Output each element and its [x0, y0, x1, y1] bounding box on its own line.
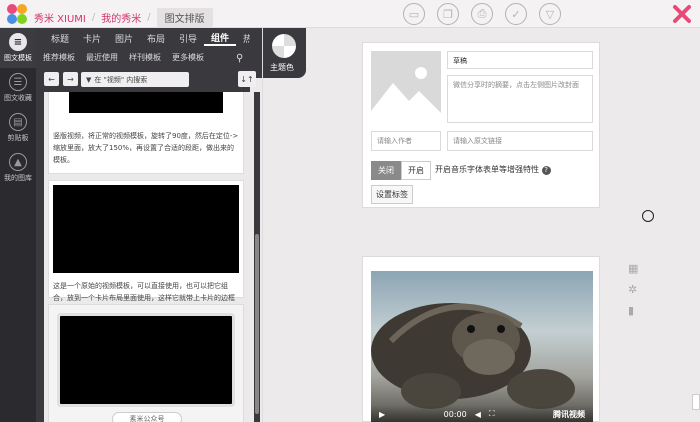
- tab-image[interactable]: 图片: [108, 32, 140, 45]
- video-time: 00:00: [443, 409, 467, 419]
- enhance-label: 开启音乐字体表单等增强特性 ?: [435, 164, 551, 175]
- filter-label: 在 "视频" 内搜索: [94, 75, 148, 84]
- stack-icon: ☰: [9, 73, 27, 91]
- tab-title[interactable]: 标题: [44, 32, 76, 45]
- tab-card[interactable]: 卡片: [76, 32, 108, 45]
- rail-label: 图文收藏: [4, 94, 32, 102]
- copy-icon[interactable]: ❐: [437, 3, 459, 25]
- template-card[interactable]: [48, 304, 244, 422]
- volume-icon[interactable]: ◀: [475, 410, 481, 419]
- top-toolbar: ▭ ❐ ⎙ ✓ ▽: [403, 3, 561, 25]
- template-list: 竖版视频，将正常的视频模板，旋转了90度，然后在定位->缩放里面，放大了150%…: [44, 92, 250, 422]
- subtab-more[interactable]: 更多模板: [172, 52, 204, 63]
- breadcrumb-separator: /: [91, 12, 96, 23]
- title-input[interactable]: 草稿: [447, 51, 593, 69]
- template-card[interactable]: 这是一个原始的视频模板，可以直接使用，也可以把它组合，放到一个卡片布局里面使用，…: [48, 180, 244, 314]
- panel-scrollbar[interactable]: [254, 92, 260, 422]
- article-meta-card: 草稿 微信分享时的摘要，点击左侧图片改封面 请输入作者 请输入原文链接 关闭 开…: [362, 42, 600, 208]
- subtab-recent[interactable]: 最近使用: [86, 52, 118, 63]
- toggle-off-button[interactable]: 关闭: [371, 161, 401, 180]
- play-icon[interactable]: ▶: [379, 410, 385, 419]
- sort-icon[interactable]: ↓↑: [238, 71, 256, 87]
- enhance-toggle: 关闭 开启: [371, 161, 431, 180]
- video-thumbnail: [69, 92, 223, 113]
- rail-item-gallery[interactable]: ▲ 我的图库: [0, 148, 36, 188]
- top-bar: 秀米 XIUMI / 我的秀米 / 图文排版 ▭ ❐ ⎙ ✓ ▽: [0, 0, 700, 28]
- image-icon: ▲: [9, 153, 27, 171]
- toggle-on-button[interactable]: 开启: [401, 161, 431, 180]
- image-placeholder-icon: [371, 67, 441, 123]
- source-link-input[interactable]: 请输入原文链接: [447, 131, 593, 151]
- panel-toolbar: ← → ▼ 在 "视频" 内搜索 ↓↑: [36, 70, 262, 88]
- xiumi-corner-logo-icon[interactable]: [672, 4, 692, 24]
- tortoise-image: [371, 303, 575, 409]
- enhance-label-text: 开启音乐字体表单等增强特性: [435, 165, 539, 174]
- send-icon[interactable]: ▽: [539, 3, 561, 25]
- folder-icon[interactable]: ▭: [403, 3, 425, 25]
- video-thumbnail: [57, 313, 235, 407]
- rail-item-templates[interactable]: ≡ 图文模板: [0, 28, 36, 68]
- breadcrumb: 秀米 XIUMI / 我的秀米 / 图文排版: [34, 8, 213, 27]
- theme-color-swatch[interactable]: [272, 34, 296, 58]
- menu-icon: ≡: [9, 33, 27, 51]
- video-controls: ▶ 00:00 ◀ ⛶ 腾讯视频: [371, 405, 593, 422]
- rail-item-favorites[interactable]: ☰ 图文收藏: [0, 68, 36, 108]
- rail-label: 图文模板: [4, 54, 32, 62]
- right-edge-handle[interactable]: [692, 394, 700, 410]
- page-title: 图文排版: [156, 8, 213, 27]
- grid-icon[interactable]: ▦: [628, 262, 638, 275]
- clipboard-icon: ▤: [9, 113, 27, 131]
- help-icon[interactable]: ?: [541, 166, 551, 175]
- side-tools: ▦ ✲ ▮: [628, 262, 638, 317]
- video-player[interactable]: ▶ 00:00 ◀ ⛶ 腾讯视频: [371, 271, 593, 422]
- template-card[interactable]: 竖版视频，将正常的视频模板，旋转了90度，然后在定位->缩放里面，放大了150%…: [48, 92, 244, 174]
- floating-account-button[interactable]: 素米公众号: [112, 412, 182, 422]
- author-input[interactable]: 请输入作者: [371, 131, 441, 151]
- tab-guide[interactable]: 引导: [172, 32, 204, 45]
- video-thumbnail: [53, 185, 239, 273]
- subcategory-tabs: 推荐模板 最近使用 样刊模板 更多模板: [36, 48, 204, 66]
- set-tags-button[interactable]: 设置标签: [371, 185, 413, 204]
- fullscreen-icon[interactable]: ⛶: [489, 409, 495, 419]
- rail-item-clipboard[interactable]: ▤ 剪贴板: [0, 108, 36, 148]
- theme-color-label: 主题色: [270, 63, 294, 72]
- xiumi-logo-icon[interactable]: [6, 3, 28, 25]
- tencent-video-logo[interactable]: 腾讯视频: [553, 409, 585, 420]
- search-icon[interactable]: ⚲: [236, 53, 243, 64]
- check-icon[interactable]: ✓: [505, 3, 527, 25]
- summary-input[interactable]: 微信分享时的摘要，点击左侧图片改封面: [447, 75, 593, 123]
- rail-label: 我的图库: [4, 174, 32, 182]
- panel-divider: [262, 28, 263, 422]
- back-arrow-icon[interactable]: ←: [44, 72, 59, 86]
- mouse-cursor-icon: [642, 210, 654, 222]
- rail-label: 剪贴板: [7, 134, 29, 142]
- filter-search-button[interactable]: ▼ 在 "视频" 内搜索: [81, 72, 189, 87]
- left-rail: ≡ 图文模板 ☰ 图文收藏 ▤ 剪贴板 ▲ 我的图库: [0, 28, 36, 422]
- funnel-icon: ▼: [86, 75, 92, 84]
- brand-link[interactable]: 秀米 XIUMI: [34, 10, 86, 25]
- cover-image-placeholder[interactable]: [371, 51, 441, 123]
- tab-components[interactable]: 组件: [204, 31, 236, 46]
- template-description: 竖版视频，将正常的视频模板，旋转了90度，然后在定位->缩放里面，放大了150%…: [53, 132, 239, 164]
- print-icon[interactable]: ⎙: [471, 3, 493, 25]
- tab-layout[interactable]: 布局: [140, 32, 172, 45]
- scrollbar-thumb[interactable]: [255, 234, 259, 414]
- settings-icon[interactable]: ✲: [628, 283, 638, 296]
- subtab-recommended[interactable]: 推荐模板: [43, 52, 75, 63]
- my-xiumi-link[interactable]: 我的秀米: [101, 10, 141, 25]
- video-card: ▶ 00:00 ◀ ⛶ 腾讯视频: [362, 256, 600, 422]
- breadcrumb-separator: /: [147, 12, 151, 23]
- subtab-sample[interactable]: 样刊模板: [129, 52, 161, 63]
- forward-arrow-icon[interactable]: →: [63, 72, 78, 86]
- bar-chart-icon[interactable]: ▮: [628, 304, 638, 317]
